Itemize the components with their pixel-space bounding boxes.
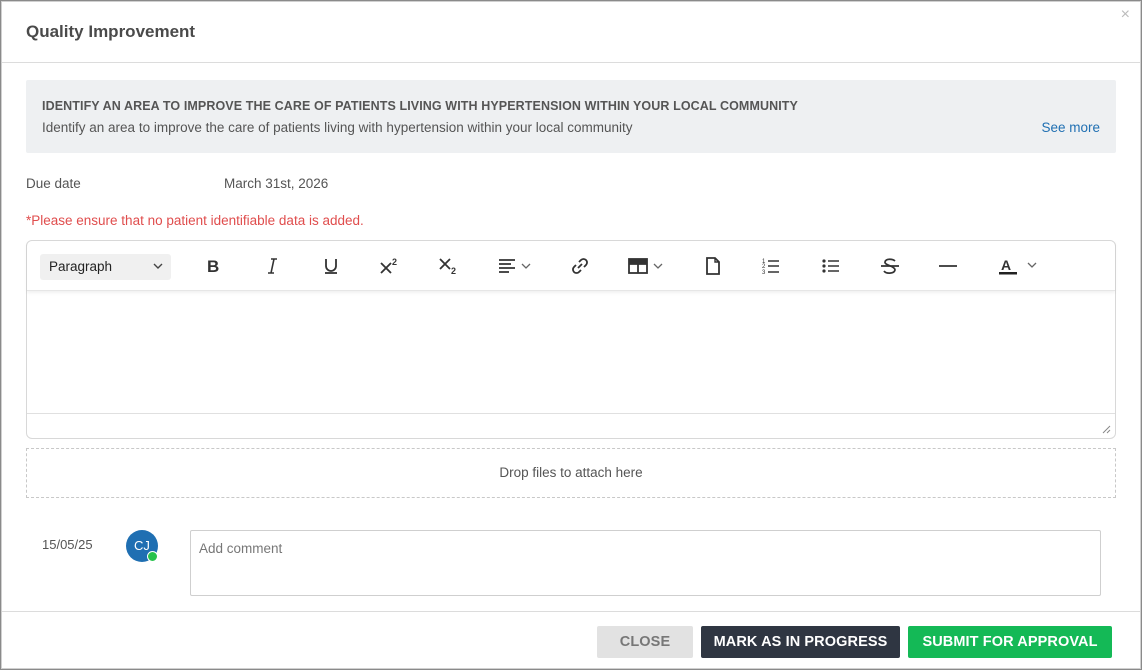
paragraph-format-select[interactable]: Paragraph bbox=[40, 254, 171, 280]
editor-toolbar: Paragraph B 2 2 1 2 3 A bbox=[27, 241, 1115, 291]
comment-date: 15/05/25 bbox=[42, 537, 93, 552]
close-button[interactable]: CLOSE bbox=[597, 626, 693, 658]
font-color-icon[interactable]: A bbox=[998, 255, 1038, 277]
chevron-down-icon bbox=[153, 263, 163, 269]
align-icon[interactable] bbox=[498, 255, 532, 277]
superscript-icon[interactable]: 2 bbox=[379, 255, 401, 277]
patient-data-warning: *Please ensure that no patient identifia… bbox=[26, 213, 364, 228]
bold-icon[interactable]: B bbox=[205, 255, 221, 277]
due-date-value: March 31st, 2026 bbox=[224, 176, 329, 191]
resize-handle-icon[interactable] bbox=[1102, 425, 1111, 434]
modal-footer: CLOSE MARK AS IN PROGRESS SUBMIT FOR APP… bbox=[2, 611, 1140, 670]
paragraph-format-label: Paragraph bbox=[49, 259, 113, 274]
strikethrough-icon[interactable] bbox=[880, 255, 900, 277]
modal-header: Quality Improvement × bbox=[2, 2, 1140, 63]
svg-text:A: A bbox=[1001, 257, 1011, 273]
file-dropzone[interactable]: Drop files to attach here bbox=[26, 448, 1116, 498]
horizontal-line-icon[interactable] bbox=[938, 255, 958, 277]
modal-title: Quality Improvement bbox=[26, 22, 196, 41]
quality-improvement-modal: Quality Improvement × IDENTIFY AN AREA T… bbox=[1, 1, 1141, 669]
task-description: Identify an area to improve the care of … bbox=[42, 120, 633, 135]
numbered-list-icon[interactable]: 123 bbox=[762, 255, 780, 277]
close-icon[interactable]: × bbox=[1121, 6, 1130, 24]
link-icon[interactable] bbox=[570, 255, 590, 277]
due-date-label: Due date bbox=[26, 176, 81, 191]
rich-text-editor: Paragraph B 2 2 1 2 3 A bbox=[26, 240, 1116, 439]
svg-text:2: 2 bbox=[392, 257, 397, 267]
underline-icon[interactable] bbox=[323, 255, 339, 277]
mark-in-progress-button[interactable]: MARK AS IN PROGRESS bbox=[701, 626, 900, 658]
task-summary: IDENTIFY AN AREA TO IMPROVE THE CARE OF … bbox=[26, 80, 1116, 153]
document-icon[interactable] bbox=[705, 255, 721, 277]
table-icon[interactable] bbox=[628, 255, 666, 277]
svg-text:2: 2 bbox=[451, 266, 456, 275]
bulleted-list-icon[interactable] bbox=[822, 255, 840, 277]
italic-icon[interactable] bbox=[265, 255, 279, 277]
svg-text:3: 3 bbox=[762, 270, 766, 275]
subscript-icon[interactable]: 2 bbox=[438, 255, 460, 277]
editor-content-area[interactable] bbox=[27, 292, 1115, 413]
comment-input[interactable] bbox=[190, 530, 1101, 596]
online-status-indicator bbox=[147, 551, 158, 562]
editor-status-bar bbox=[27, 413, 1115, 438]
svg-text:B: B bbox=[207, 257, 219, 275]
task-title: IDENTIFY AN AREA TO IMPROVE THE CARE OF … bbox=[42, 99, 798, 113]
see-more-link[interactable]: See more bbox=[1041, 120, 1100, 135]
submit-for-approval-button[interactable]: SUBMIT FOR APPROVAL bbox=[908, 626, 1112, 658]
